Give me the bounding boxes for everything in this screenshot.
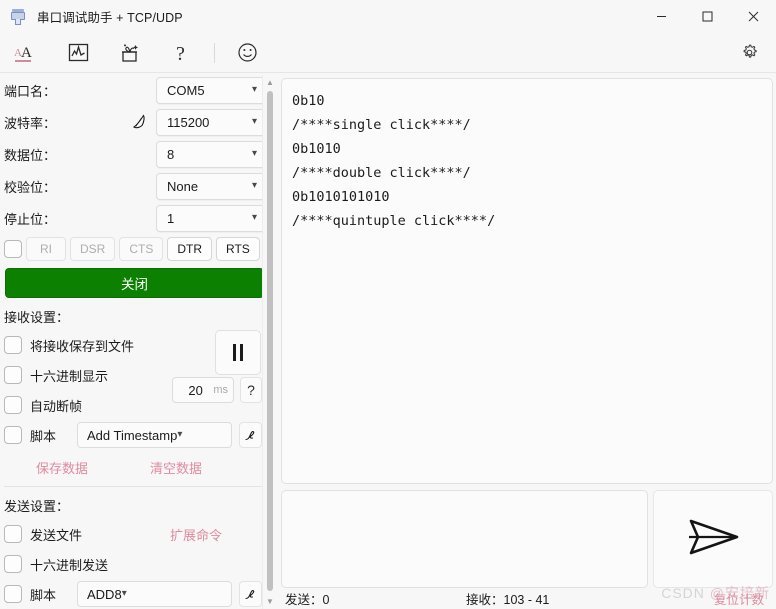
title-bar: 串口调试助手 + TCP/UDP xyxy=(0,0,776,33)
waveform-chart-icon[interactable] xyxy=(52,34,104,72)
status-sent-count: 发送：0 xyxy=(285,592,330,607)
extended-command-link[interactable]: 扩展命令 xyxy=(170,525,222,544)
data-bits-row: 数据位： 8 ▾ xyxy=(0,139,270,169)
save-data-link[interactable]: 保存数据 xyxy=(36,458,88,477)
signal-dtr[interactable]: DTR xyxy=(167,237,213,261)
data-bits-label: 数据位： xyxy=(4,147,57,163)
parity-label: 校验位： xyxy=(4,179,57,195)
parity-select[interactable]: None ▾ xyxy=(156,172,266,200)
save-to-file-checkbox[interactable] xyxy=(4,336,22,354)
window-controls xyxy=(638,0,776,33)
signal-rts[interactable]: RTS xyxy=(216,237,260,261)
chevron-down-icon: ▾ xyxy=(177,429,183,440)
hex-send-label: 十六进制发送 xyxy=(30,557,109,573)
help-question-icon[interactable]: ? xyxy=(156,34,208,72)
send-file-checkbox[interactable] xyxy=(4,525,22,543)
data-bits-select[interactable]: 8 ▾ xyxy=(156,140,266,168)
close-icon[interactable] xyxy=(730,0,776,33)
receive-script-checkbox[interactable] xyxy=(4,426,22,444)
hex-send-checkbox[interactable] xyxy=(4,555,22,573)
chevron-down-icon: ▾ xyxy=(251,212,257,223)
stop-bits-label: 停止位： xyxy=(4,211,57,227)
signal-ri[interactable]: RI xyxy=(26,237,66,261)
chevron-down-icon: ▾ xyxy=(251,84,257,95)
receive-line: 0b1010 xyxy=(292,141,341,157)
receive-line: 0b10 xyxy=(292,93,325,109)
receive-script-select[interactable]: Add Timestamp ▾ xyxy=(77,422,232,448)
signal-dsr[interactable]: DSR xyxy=(70,237,116,261)
mouse-cursor-icon xyxy=(131,113,149,131)
status-bar: 发送：0 接收：103 - 41 复位计数 xyxy=(0,587,776,609)
receive-settings-title: 接收设置： xyxy=(4,310,70,325)
baud-rate-value: 115200 xyxy=(167,114,210,130)
settings-panel-scrollbar[interactable]: ▲ ▼ xyxy=(262,75,276,609)
baud-rate-label: 波特率： xyxy=(4,115,57,131)
main-toolbar: A A ? xyxy=(0,33,776,73)
hex-display-checkbox[interactable] xyxy=(4,366,22,384)
receive-line: /****quintuple click****/ xyxy=(292,213,496,229)
receive-text-area[interactable]: 0b10 /****single click****/ 0b1010 /****… xyxy=(281,78,773,484)
serial-debug-assistant-window: 串口调试助手 + TCP/UDP A A ? 端口名： COM5 ▾ 波特率： … xyxy=(0,0,776,609)
parity-row: 校验位： None ▾ xyxy=(0,171,270,201)
minimize-icon[interactable] xyxy=(638,0,684,33)
maximize-icon[interactable] xyxy=(684,0,730,33)
send-button[interactable] xyxy=(653,490,773,588)
parity-value: None xyxy=(167,178,199,194)
receive-script-value: Add Timestamp xyxy=(87,427,178,443)
auto-break-checkbox[interactable] xyxy=(4,396,22,414)
auto-break-unit: ms xyxy=(213,384,228,396)
port-name-label: 端口名： xyxy=(4,83,57,99)
receive-links-row: 保存数据 清空数据 xyxy=(0,454,270,480)
hex-send-row: 十六进制发送 xyxy=(0,549,270,579)
gear-icon[interactable] xyxy=(732,37,766,67)
port-name-row: 端口名： COM5 ▾ xyxy=(0,75,270,105)
stop-bits-select[interactable]: 1 ▾ xyxy=(156,204,266,232)
signal-cts[interactable]: CTS xyxy=(119,237,164,261)
receive-script-edit-icon[interactable] xyxy=(239,422,262,448)
gift-box-icon[interactable] xyxy=(104,34,156,72)
save-to-file-label: 将接收保存到文件 xyxy=(30,338,135,354)
send-file-row: 发送文件 扩展命令 xyxy=(0,519,270,549)
hex-display-label: 十六进制显示 xyxy=(30,368,109,384)
receive-line: /****single click****/ xyxy=(292,117,471,133)
data-bits-value: 8 xyxy=(167,146,175,162)
chevron-down-icon: ▾ xyxy=(251,180,257,191)
svg-text:A: A xyxy=(21,45,32,61)
auto-break-help-button[interactable]: ? xyxy=(240,377,262,403)
send-text-input[interactable] xyxy=(281,490,648,588)
baud-rate-select[interactable]: 115200 ▾ xyxy=(156,108,266,136)
scrollbar-thumb[interactable] xyxy=(267,91,273,591)
font-size-icon[interactable]: A A xyxy=(0,34,52,72)
svg-text:?: ? xyxy=(176,43,185,64)
stop-bits-value: 1 xyxy=(167,210,175,226)
chevron-down-icon: ▾ xyxy=(251,148,257,159)
smiley-face-icon[interactable] xyxy=(221,34,273,72)
status-received-count: 接收：103 - 41 xyxy=(466,592,550,607)
send-settings-title: 发送设置： xyxy=(4,499,70,514)
paper-plane-send-icon xyxy=(683,515,743,564)
toolbar-divider xyxy=(214,42,215,63)
connect-toggle-button[interactable]: 关闭 xyxy=(5,268,264,298)
stop-bits-row: 停止位： 1 ▾ xyxy=(0,203,270,233)
auto-break-label: 自动断帧 xyxy=(30,398,83,414)
baud-rate-row: 波特率： 115200 ▾ xyxy=(0,107,270,137)
clear-data-link[interactable]: 清空数据 xyxy=(150,458,202,477)
signal-indicator-row: RI DSR CTS DTR RTS xyxy=(0,236,270,262)
receive-script-row: 脚本 Add Timestamp ▾ xyxy=(0,420,270,450)
receive-line: /****double click****/ xyxy=(292,165,471,181)
port-name-select[interactable]: COM5 ▾ xyxy=(156,76,266,104)
auto-break-value: 20 xyxy=(188,382,203,398)
port-name-value: COM5 xyxy=(167,82,205,98)
serial-plug-icon xyxy=(9,8,27,26)
signal-master-checkbox[interactable] xyxy=(4,240,22,258)
receive-line: 0b1010101010 xyxy=(292,189,390,205)
reset-counter-link[interactable]: 复位计数 xyxy=(714,589,764,608)
pause-receive-button[interactable] xyxy=(215,330,261,375)
chevron-down-icon: ▾ xyxy=(251,116,257,127)
scroll-up-arrow-icon[interactable]: ▲ xyxy=(263,76,277,89)
send-file-label: 发送文件 xyxy=(30,527,83,543)
window-title: 串口调试助手 + TCP/UDP xyxy=(37,11,183,25)
auto-break-interval-input[interactable]: 20 ms xyxy=(172,377,234,403)
receive-script-label: 脚本 xyxy=(30,428,57,444)
